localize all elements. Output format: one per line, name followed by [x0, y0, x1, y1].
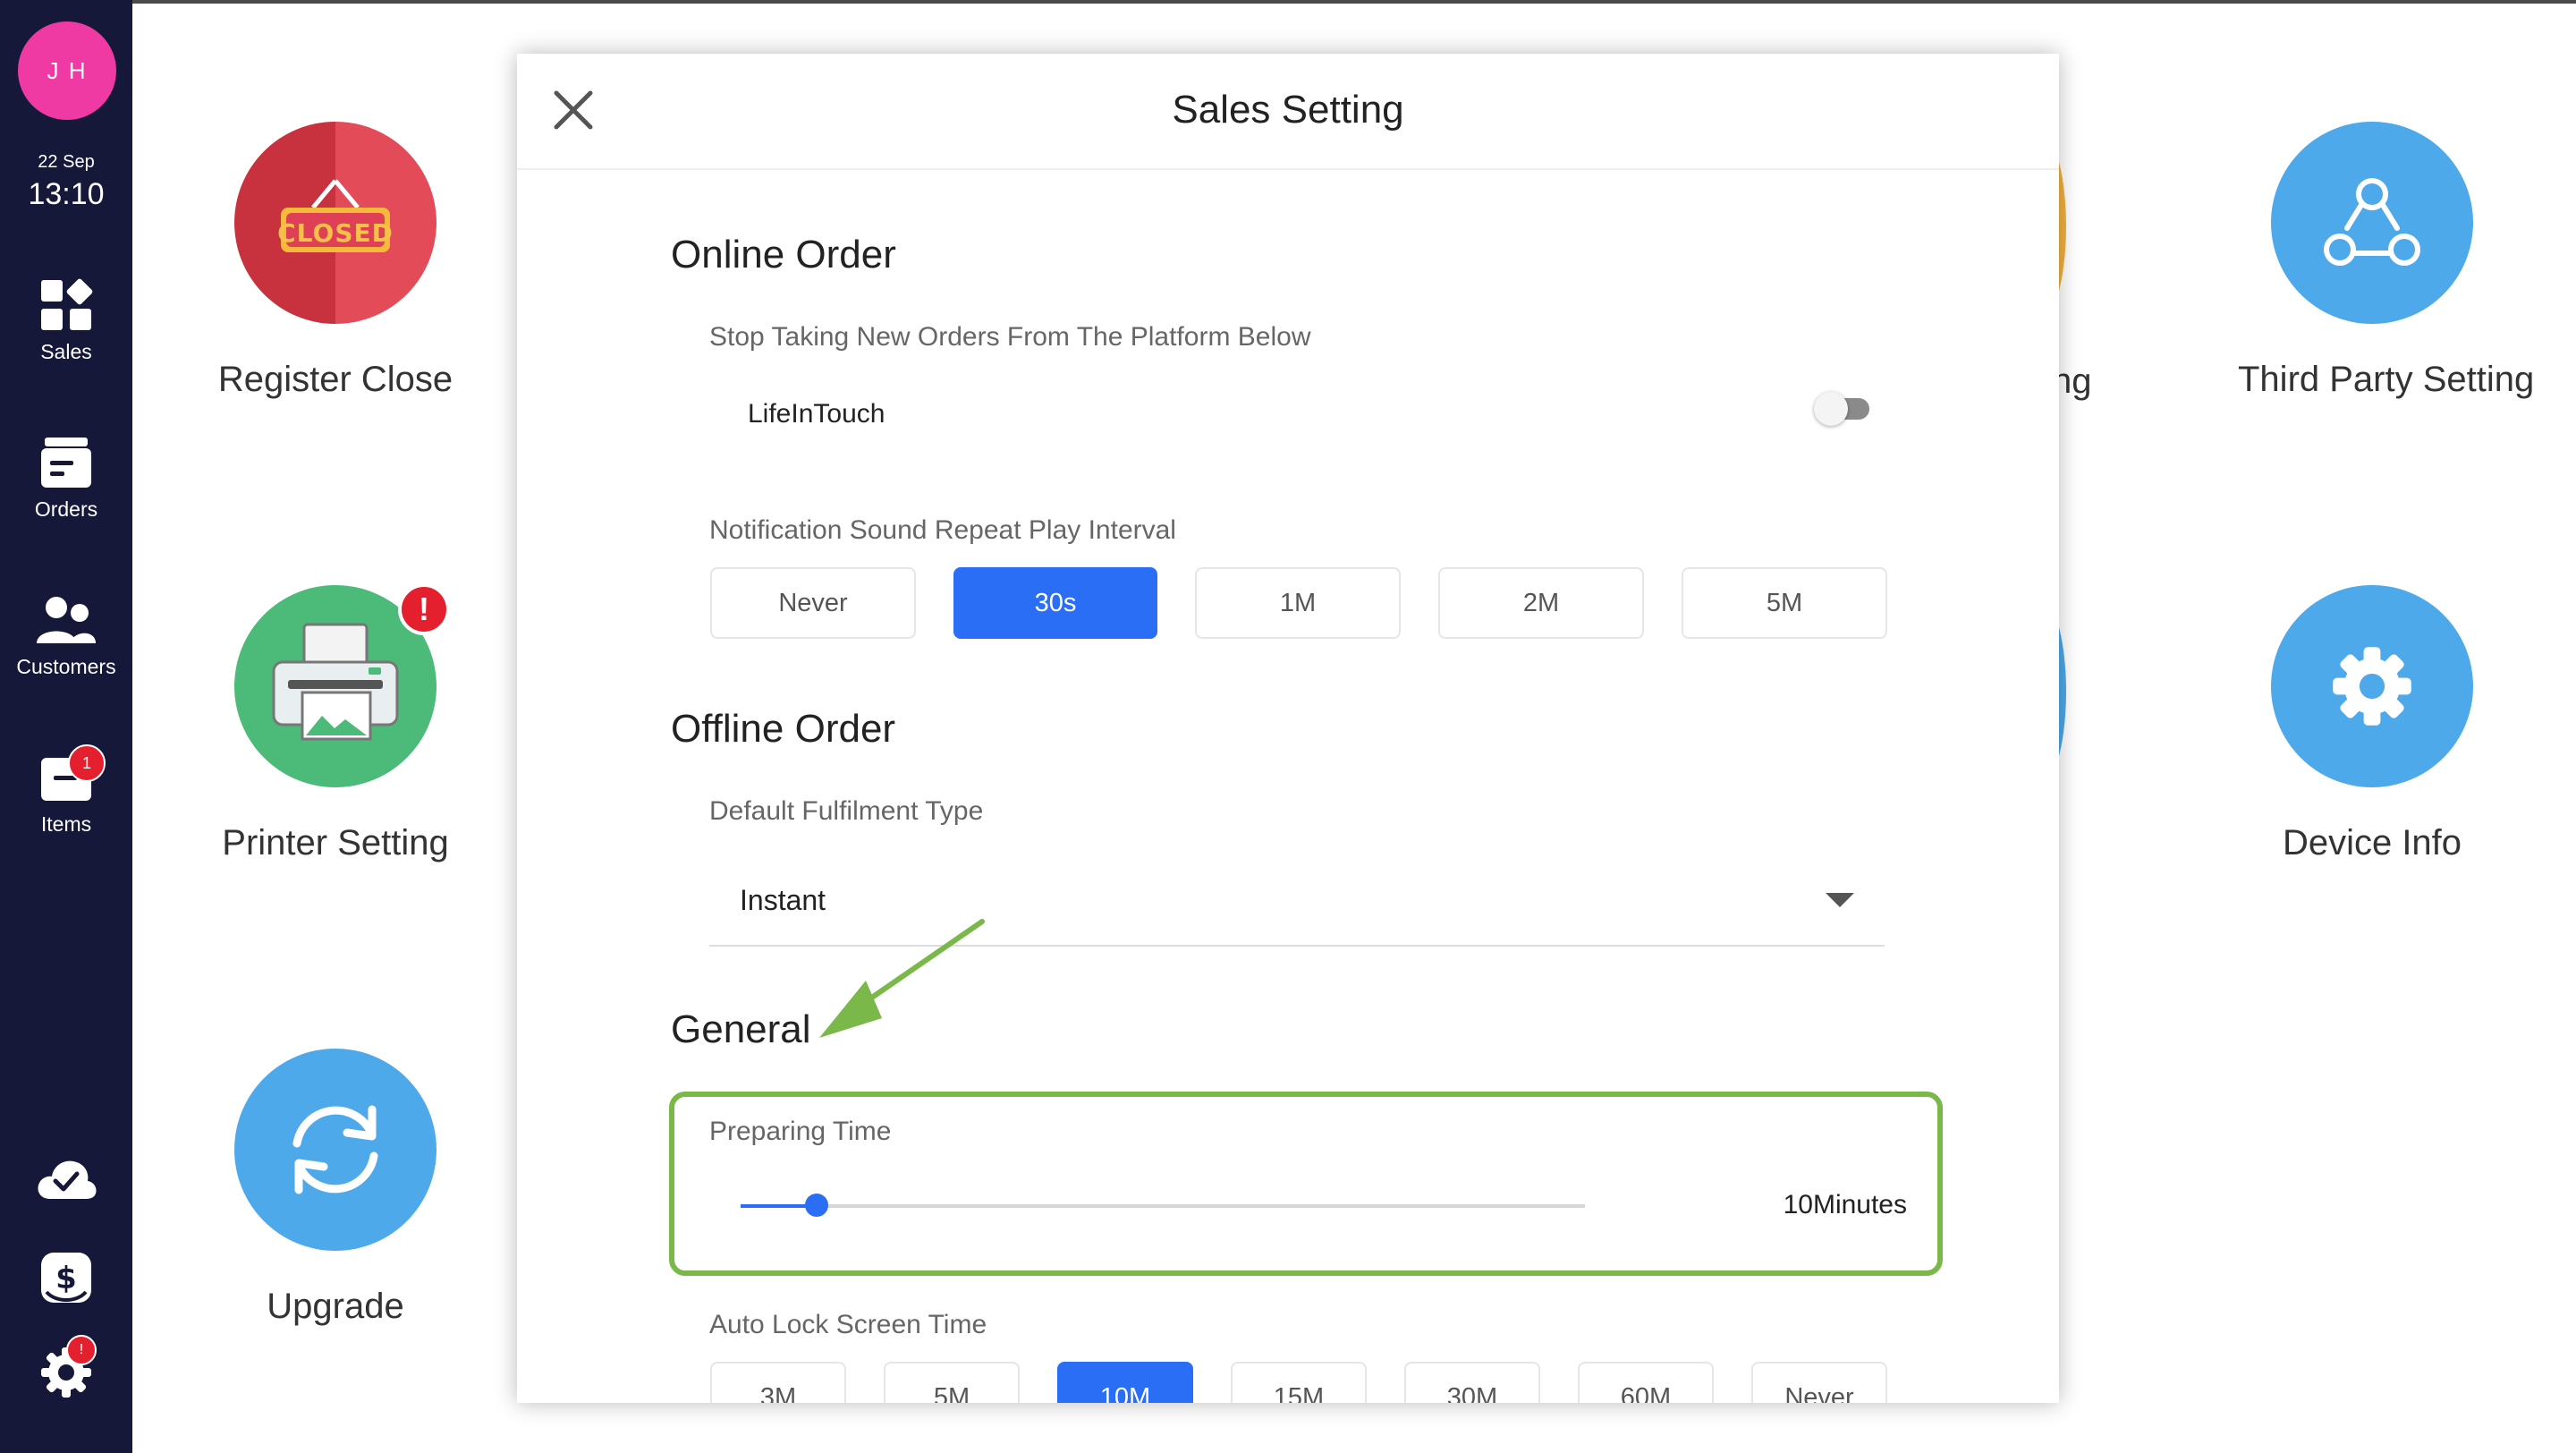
refresh-icon	[234, 1049, 436, 1251]
platform-name: LifeInTouch	[748, 399, 886, 429]
preparing-time-slider-track[interactable]	[741, 1204, 1585, 1208]
preparing-time-slider-thumb[interactable]	[804, 1194, 828, 1217]
cloud-check-icon[interactable]	[0, 1154, 132, 1204]
preparing-time-label: Preparing Time	[709, 1117, 892, 1146]
chevron-down-icon	[1826, 893, 1854, 907]
sidebar-item-label: Items	[40, 812, 92, 836]
closed-sign-icon: CLOSED	[234, 122, 436, 324]
online-order-heading: Online Order	[671, 233, 896, 276]
interval-1m-button[interactable]: 1M	[1195, 567, 1401, 639]
closed-sign-text: CLOSED	[277, 218, 394, 248]
auto-lock-60m-button[interactable]: 60M	[1578, 1362, 1714, 1403]
modal-header: Sales Setting	[517, 54, 2059, 170]
auto-lock-30m-button[interactable]: 30M	[1404, 1362, 1540, 1403]
sidebar-item-orders[interactable]: Orders	[0, 431, 132, 522]
modal-title: Sales Setting	[1172, 88, 1404, 132]
interval-5m-button[interactable]: 5M	[1682, 567, 1887, 639]
sidebar-date: 22 Sep	[38, 152, 95, 172]
register-close-tile[interactable]: CLOSED Register Close	[201, 122, 470, 400]
share-nodes-icon	[2271, 122, 2473, 324]
tile-label: Third Party Setting	[2238, 360, 2535, 399]
sidebar-item-items[interactable]: 1 Items	[0, 744, 132, 837]
auto-lock-15m-button[interactable]: 15M	[1231, 1362, 1367, 1403]
auto-lock-10m-button[interactable]: 10M	[1057, 1362, 1193, 1403]
annotation-arrow-icon	[819, 919, 985, 1038]
svg-text:$: $	[55, 1261, 77, 1296]
sidebar: J H 22 Sep 13:10 Sales Orders Customers …	[0, 0, 132, 1453]
tile-label: Printer Setting	[222, 823, 449, 862]
orders-icon	[0, 431, 132, 494]
printer-setting-tile[interactable]: ! Printer Setting	[201, 583, 470, 863]
auto-lock-label: Auto Lock Screen Time	[709, 1310, 987, 1339]
top-border	[0, 0, 2576, 4]
tile-label: Device Info	[2282, 823, 2462, 862]
tile-label: Upgrade	[267, 1287, 404, 1326]
interval-2m-button[interactable]: 2M	[1438, 567, 1644, 639]
printer-alert-badge: !	[398, 583, 450, 635]
preparing-time-value: 10Minutes	[1783, 1190, 1907, 1219]
stop-orders-label: Stop Taking New Orders From The Platform…	[709, 322, 1311, 352]
sidebar-item-label: Sales	[40, 340, 92, 363]
auto-lock-3m-button[interactable]: 3M	[710, 1362, 846, 1403]
sales-setting-modal: Sales Setting Online Order Stop Taking N…	[517, 54, 2059, 1403]
platform-toggle-thumb[interactable]	[1814, 392, 1848, 426]
sidebar-item-label: Orders	[34, 497, 98, 521]
sidebar-time: 13:10	[28, 177, 105, 211]
notification-interval-label: Notification Sound Repeat Play Interval	[709, 515, 1176, 545]
customers-icon	[0, 589, 132, 651]
sidebar-item-label: Customers	[16, 655, 116, 678]
fulfilment-type-label: Default Fulfilment Type	[709, 796, 984, 826]
tile-label: Register Close	[217, 360, 453, 399]
device-info-tile[interactable]: Device Info	[2238, 585, 2506, 863]
settings-badge: !	[66, 1335, 97, 1365]
interval-never-button[interactable]: Never	[710, 567, 916, 639]
interval-30s-button[interactable]: 30s	[953, 567, 1157, 639]
auto-lock-5m-button[interactable]: 5M	[884, 1362, 1020, 1403]
printer-icon: !	[234, 583, 450, 787]
offline-order-heading: Offline Order	[671, 707, 896, 751]
settings-icon[interactable]: !	[0, 1335, 132, 1401]
upgrade-tile[interactable]: Upgrade	[201, 1049, 470, 1327]
items-badge: 1	[68, 744, 106, 782]
general-heading: General	[671, 1007, 811, 1051]
sidebar-item-customers[interactable]: Customers	[0, 589, 132, 679]
cash-icon[interactable]: $	[0, 1249, 132, 1306]
grid-icon	[0, 274, 132, 336]
user-avatar[interactable]: J H	[18, 21, 116, 120]
auto-lock-never-button[interactable]: Never	[1751, 1362, 1887, 1403]
sidebar-item-sales[interactable]: Sales	[0, 274, 132, 364]
third-party-setting-tile[interactable]: Third Party Setting	[2238, 122, 2535, 400]
items-icon: 1	[0, 744, 132, 809]
gear-icon	[2271, 585, 2473, 787]
